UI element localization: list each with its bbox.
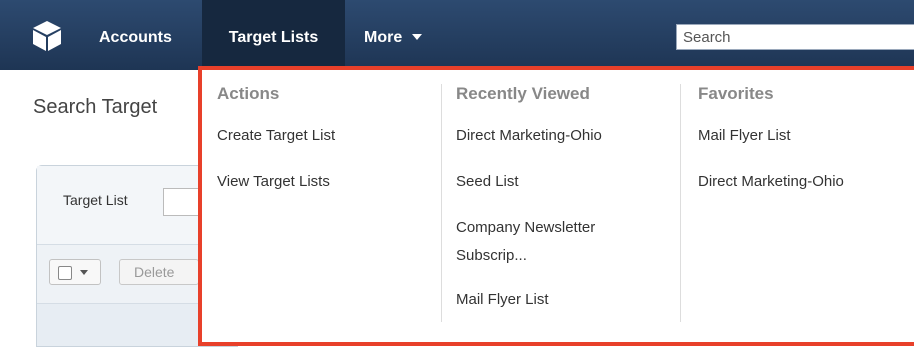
nav-more-label: More	[364, 29, 403, 46]
menu-item-create-target-list[interactable]: Create Target List	[217, 124, 335, 148]
search-input[interactable]: Search	[676, 24, 914, 50]
favorite-item-direct-marketing-ohio[interactable]: Direct Marketing-Ohio	[698, 170, 844, 194]
cube-logo-icon[interactable]	[32, 20, 62, 52]
target-lists-dropdown-menu: Actions Create Target List View Target L…	[198, 66, 914, 346]
recently-viewed-heading: Recently Viewed	[456, 84, 590, 103]
recent-item-seed-list[interactable]: Seed List	[456, 170, 519, 194]
favorite-item-mail-flyer-list[interactable]: Mail Flyer List	[698, 124, 791, 148]
select-all-dropdown[interactable]	[49, 259, 101, 285]
nav-target-lists-tab[interactable]: Target Lists	[202, 0, 345, 70]
select-all-checkbox[interactable]	[58, 266, 72, 280]
recent-item-mail-flyer-list[interactable]: Mail Flyer List	[456, 288, 549, 312]
recent-item-company-newsletter[interactable]: Company Newsletter	[456, 216, 595, 240]
actions-heading: Actions	[217, 84, 280, 103]
chevron-down-icon[interactable]	[80, 270, 88, 275]
chevron-down-icon	[412, 33, 423, 40]
page-title: Search Target	[33, 96, 158, 118]
column-divider	[441, 84, 442, 322]
recent-item-company-newsletter-cont[interactable]: Subscrip...	[456, 244, 527, 268]
column-divider	[680, 84, 681, 322]
menu-item-view-target-lists[interactable]: View Target Lists	[217, 170, 330, 194]
favorites-heading: Favorites	[698, 84, 774, 103]
nav-accounts-tab[interactable]: Accounts	[99, 0, 172, 70]
top-nav-bar: Accounts Target Lists More Search	[0, 0, 914, 70]
delete-button[interactable]: Delete	[119, 259, 199, 285]
nav-more-menu[interactable]: More	[364, 0, 423, 70]
recent-item-direct-marketing-ohio[interactable]: Direct Marketing-Ohio	[456, 124, 602, 148]
filter-label: Target List	[63, 192, 128, 208]
